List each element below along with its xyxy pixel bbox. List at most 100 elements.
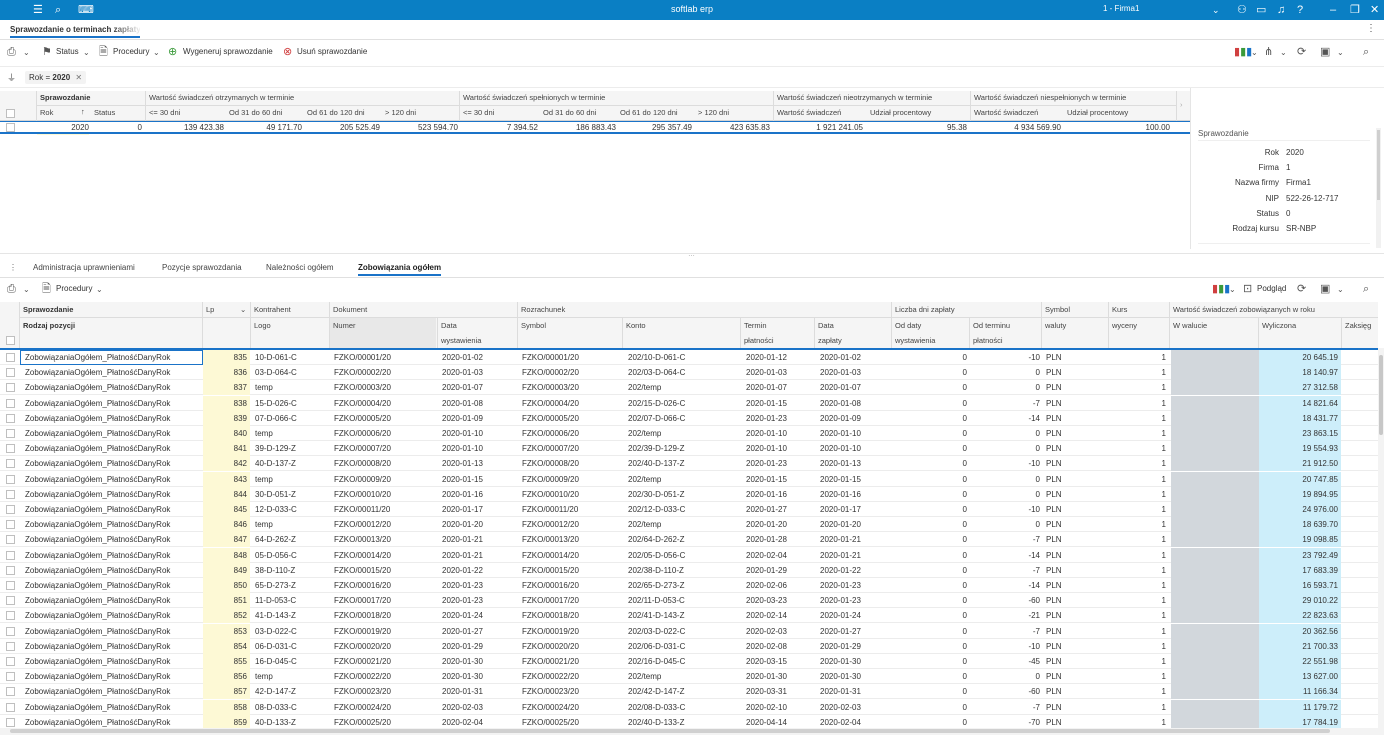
- filter-chip[interactable]: Rok = 2020 ✕: [25, 71, 87, 84]
- chevron-down-icon[interactable]: ⌄: [1337, 47, 1344, 59]
- row-checkbox[interactable]: [6, 474, 15, 484]
- row-checkbox[interactable]: [6, 353, 15, 362]
- row-checkbox[interactable]: [6, 535, 15, 545]
- table-row[interactable]: ZobowiązaniaOgółem_PłatnośćDanyRok 839 07-…: [0, 410, 1378, 426]
- generate-report-button[interactable]: Wygeneruj sprawozdanie: [183, 47, 273, 56]
- procedury-menu-button[interactable]: Procedury: [113, 47, 149, 56]
- procedury-menu-button[interactable]: Procedury: [56, 284, 92, 293]
- col-header-w-walucie[interactable]: W walucie: [1173, 321, 1207, 330]
- row-checkbox[interactable]: [6, 672, 15, 682]
- col-header-numer[interactable]: Numer: [333, 321, 356, 330]
- row-checkbox[interactable]: [6, 520, 15, 530]
- table-row[interactable]: ZobowiązaniaOgółem_PłatnośćDanyRok 841 39-…: [0, 441, 1378, 457]
- horizontal-scrollbar-thumb[interactable]: [10, 729, 1330, 733]
- firm-selector[interactable]: 1 - Firma1: [1103, 4, 1139, 13]
- search-icon[interactable]: ⌕: [1363, 283, 1369, 295]
- table-row[interactable]: ZobowiązaniaOgółem_PłatnośćDanyRok 846 tem…: [0, 517, 1378, 533]
- row-checkbox[interactable]: [6, 596, 15, 606]
- tab-administracja-uprawnieniami[interactable]: Administracja uprawnieniami: [33, 263, 135, 272]
- close-icon[interactable]: ✕: [1370, 3, 1379, 17]
- vertical-scrollbar-thumb[interactable]: [1379, 355, 1383, 435]
- layout-icon[interactable]: ▣: [1320, 283, 1330, 295]
- refresh-icon[interactable]: ⟳: [1297, 46, 1306, 58]
- row-checkbox[interactable]: [6, 413, 15, 423]
- col-header-o120[interactable]: > 120 dni: [385, 108, 416, 117]
- table-row[interactable]: ZobowiązaniaOgółem_PłatnośćDanyRok 849 38-…: [0, 562, 1378, 578]
- select-all-checkbox[interactable]: [6, 109, 15, 118]
- table-row[interactable]: ZobowiązaniaOgółem_PłatnośćDanyRok 847 64-…: [0, 532, 1378, 548]
- chat-icon[interactable]: ▭: [1256, 3, 1266, 17]
- table-row[interactable]: ZobowiązaniaOgółem_PłatnośćDanyRok 843 tem…: [0, 471, 1378, 487]
- col-header-s61-120[interactable]: Od 61 do 120 dni: [620, 108, 678, 117]
- layout-icon[interactable]: ▣: [1320, 46, 1330, 58]
- col-header-od-daty[interactable]: Od daty: [895, 321, 921, 330]
- row-checkbox[interactable]: [6, 581, 15, 590]
- col-header-waluty[interactable]: waluty: [1045, 321, 1066, 330]
- table-row[interactable]: ZobowiązaniaOgółem_PłatnośćDanyRok 848 05-…: [0, 547, 1378, 563]
- tab-naleznosci-ogolem[interactable]: Należności ogółem: [266, 263, 334, 272]
- select-all-checkbox[interactable]: [6, 336, 15, 345]
- chevron-down-icon[interactable]: ⌄: [23, 284, 30, 296]
- col-header-s31-60[interactable]: Od 31 do 60 dni: [543, 108, 596, 117]
- col-header-lp[interactable]: Lp: [206, 305, 214, 314]
- col-header-o61-120[interactable]: Od 61 do 120 dni: [307, 108, 365, 117]
- row-checkbox[interactable]: [6, 657, 15, 666]
- row-checkbox[interactable]: [6, 626, 15, 636]
- col-header-niespel-udzial[interactable]: Udział procentowy: [1067, 108, 1128, 117]
- row-checkbox[interactable]: [6, 489, 15, 499]
- podglad-button[interactable]: Podgląd: [1257, 284, 1286, 293]
- col-header-od-terminu[interactable]: Od terminu: [973, 321, 1010, 330]
- table-row[interactable]: ZobowiązaniaOgółem_PłatnośćDanyRok 854 06-…: [0, 638, 1378, 654]
- close-icon[interactable]: ✕: [75, 73, 82, 82]
- row-checkbox[interactable]: [6, 459, 15, 469]
- row-checkbox[interactable]: [6, 383, 15, 393]
- col-header-rok[interactable]: Rok: [40, 108, 53, 117]
- row-checkbox[interactable]: [6, 565, 15, 575]
- table-row[interactable]: 2020 0 139 423.38 49 171.70 205 525.49 5…: [0, 121, 1190, 134]
- row-checkbox[interactable]: [6, 444, 15, 454]
- table-row[interactable]: ZobowiązaniaOgółem_PłatnośćDanyRok 845 12-…: [0, 502, 1378, 517]
- sort-up-icon[interactable]: ↑: [81, 107, 85, 116]
- status-menu-button[interactable]: Status: [56, 47, 79, 56]
- chart-icon[interactable]: ▮▮▮: [1234, 46, 1252, 58]
- col-header-nieotrz-wartosc[interactable]: Wartość świadczeń: [777, 108, 841, 117]
- table-row[interactable]: ZobowiązaniaOgółem_PłatnośćDanyRok 850 65-…: [0, 578, 1378, 593]
- row-checkbox[interactable]: [6, 505, 15, 514]
- table-row[interactable]: ZobowiązaniaOgółem_PłatnośćDanyRok 838 15-…: [0, 395, 1378, 411]
- table-row[interactable]: ZobowiązaniaOgółem_PłatnośćDanyRok 859 40-…: [0, 714, 1378, 728]
- col-header-niespel-wartosc[interactable]: Wartość świadczeń: [974, 108, 1038, 117]
- print-icon[interactable]: ⎙: [7, 283, 16, 295]
- chevron-down-icon[interactable]: ⌄: [83, 47, 90, 59]
- col-header-termin[interactable]: Termin: [744, 321, 767, 330]
- hierarchy-icon[interactable]: ⋔: [1264, 46, 1273, 58]
- col-header-rodzaj[interactable]: Rodzaj pozycji: [23, 321, 75, 330]
- row-checkbox[interactable]: [6, 429, 15, 438]
- row-checkbox[interactable]: [6, 702, 15, 712]
- row-checkbox[interactable]: [6, 368, 15, 378]
- row-checkbox[interactable]: [6, 611, 15, 621]
- col-header-status[interactable]: Status: [94, 108, 115, 117]
- table-row[interactable]: ZobowiązaniaOgółem_PłatnośćDanyRok 836 03-…: [0, 365, 1378, 381]
- tab-zobowiazania-ogolem[interactable]: Zobowiązania ogółem: [358, 263, 441, 272]
- table-row[interactable]: ZobowiązaniaOgółem_PłatnośćDanyRok 842 40-…: [0, 456, 1378, 472]
- table-row[interactable]: ZobowiązaniaOgółem_PłatnośćDanyRok 840 tem…: [0, 426, 1378, 441]
- col-header-s30[interactable]: <= 30 dni: [463, 108, 494, 117]
- col-header-wyceny[interactable]: wyceny: [1112, 321, 1137, 330]
- bell-icon[interactable]: ♫: [1277, 3, 1285, 17]
- col-header-data-wystawienia[interactable]: Data: [441, 321, 457, 330]
- table-row[interactable]: ZobowiązaniaOgółem_PłatnośćDanyRok 855 16-…: [0, 654, 1378, 669]
- chart-icon[interactable]: ▮▮▮: [1212, 283, 1230, 295]
- col-header-o30[interactable]: <= 30 dni: [149, 108, 180, 117]
- chevron-down-icon[interactable]: ⌄: [96, 284, 103, 296]
- refresh-icon[interactable]: ⟳: [1297, 283, 1306, 295]
- col-header-s120[interactable]: > 120 dni: [698, 108, 729, 117]
- chevron-down-icon[interactable]: ⌄: [1251, 47, 1258, 59]
- more-options-icon[interactable]: ⋮: [9, 263, 17, 272]
- col-header-symbol[interactable]: Symbol: [521, 321, 546, 330]
- chevron-down-icon[interactable]: ⌄: [1280, 47, 1287, 59]
- row-checkbox[interactable]: [6, 687, 15, 697]
- row-checkbox[interactable]: [6, 550, 15, 560]
- help-icon[interactable]: ?: [1297, 3, 1303, 17]
- table-row[interactable]: ZobowiązaniaOgółem_PłatnośćDanyRok 852 41-…: [0, 608, 1378, 624]
- side-scrollbar-thumb[interactable]: [1377, 130, 1380, 200]
